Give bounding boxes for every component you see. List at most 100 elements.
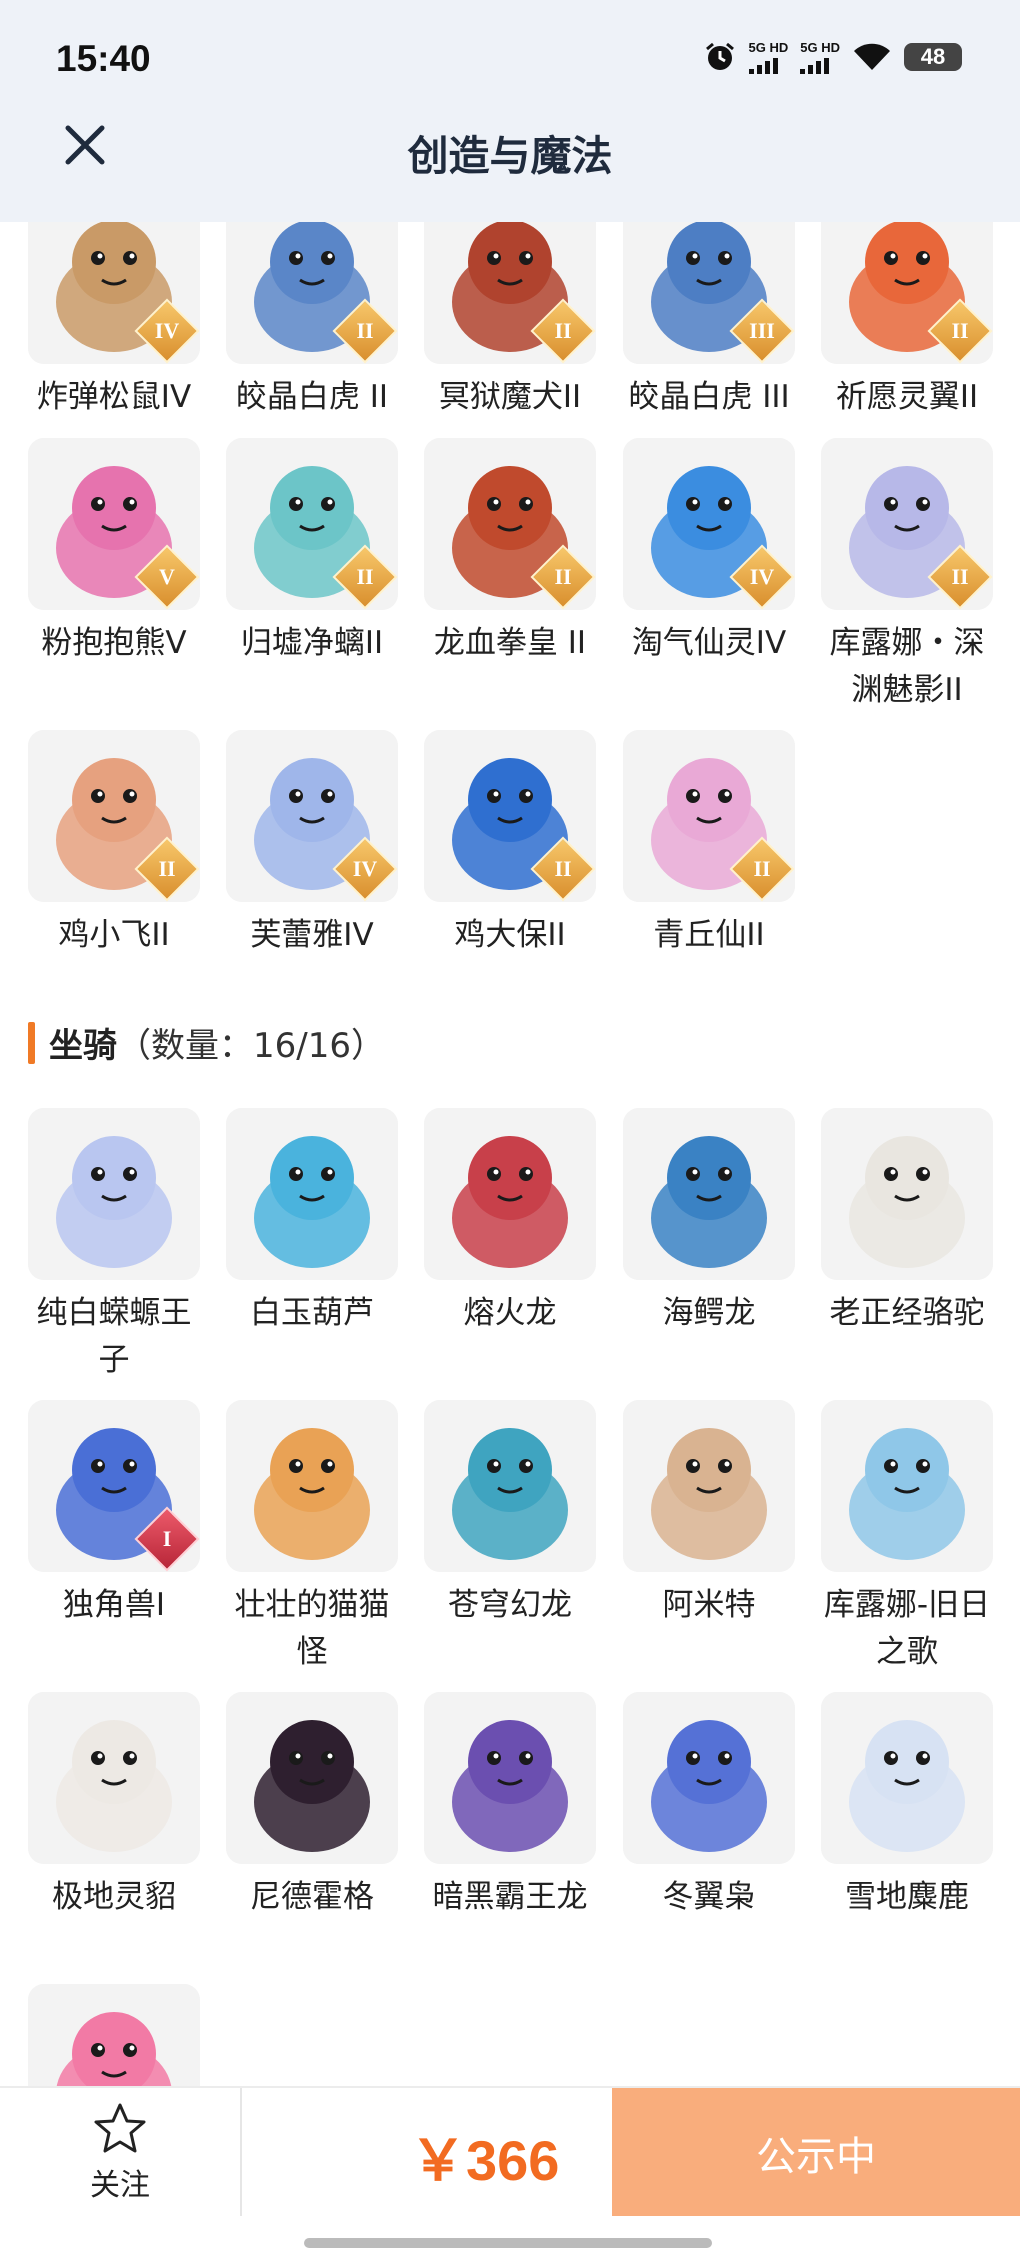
- item-name: 极地灵貂: [52, 1879, 176, 1915]
- item-thumbnail: IV: [226, 730, 398, 902]
- item-thumbnail: II: [821, 222, 993, 364]
- top-header: 15:40 5G HD 5G HD 48 创造与魔法: [0, 0, 1020, 222]
- item-thumbnail: II: [424, 222, 596, 364]
- character-art-icon: [226, 1108, 398, 1280]
- home-indicator[interactable]: [304, 2238, 712, 2248]
- pet-card[interactable]: III 皎晶白虎 III: [623, 222, 795, 421]
- item-name: 苍穹幻龙: [448, 1587, 572, 1623]
- tier-label: IV: [154, 318, 180, 343]
- status-time: 15:40: [56, 38, 151, 79]
- item-thumbnail: [28, 1108, 200, 1280]
- pet-card[interactable]: V 粉抱抱熊Ⅴ: [28, 438, 200, 667]
- tier-label: V: [159, 564, 175, 589]
- mount-card[interactable]: 阿米特: [623, 1400, 795, 1629]
- follow-label: 关注: [90, 2168, 150, 2203]
- item-thumbnail: [226, 1108, 398, 1280]
- character-art-icon: [424, 1108, 596, 1280]
- mount-card[interactable]: [28, 1984, 200, 2086]
- item-thumbnail: V: [28, 438, 200, 610]
- item-thumbnail: II: [424, 730, 596, 902]
- pet-card[interactable]: II 皎晶白虎 II: [226, 222, 398, 421]
- item-name: 皎晶白虎 II: [235, 379, 389, 415]
- item-name: 龙血拳皇 II: [433, 625, 587, 661]
- item-name: 海鳄龙: [662, 1295, 756, 1331]
- mount-card[interactable]: 熔火龙: [424, 1108, 596, 1337]
- item-name: 老正经骆驼: [829, 1295, 985, 1331]
- mount-card[interactable]: I 独角兽I: [28, 1400, 200, 1629]
- pet-card[interactable]: II 鸡大保II: [424, 730, 596, 959]
- item-thumbnail: [226, 1400, 398, 1572]
- mounts-section-header: 坐骑 （数量：16/16）: [28, 1018, 385, 1067]
- character-art-icon: [28, 1984, 200, 2086]
- item-name: 炸弹松鼠IV: [36, 379, 192, 415]
- tier-label: I: [162, 1526, 172, 1551]
- pet-card[interactable]: II 归墟净螭II: [226, 438, 398, 667]
- mount-card[interactable]: 冬翼枭: [623, 1692, 795, 1921]
- section-title: 坐骑: [49, 1026, 117, 1066]
- mount-card[interactable]: 纯白蝾螈王子: [28, 1108, 200, 1384]
- pet-card[interactable]: II 库露娜・深渊魅影II: [821, 438, 993, 714]
- item-name: 独角兽I: [62, 1587, 166, 1623]
- item-thumbnail: [28, 1692, 200, 1864]
- tier-label: II: [554, 564, 572, 589]
- mount-card[interactable]: 苍穹幻龙: [424, 1400, 596, 1629]
- tier-label: II: [554, 856, 572, 881]
- mount-card[interactable]: 极地灵貂: [28, 1692, 200, 1921]
- mount-card[interactable]: 壮壮的猫猫怪: [226, 1400, 398, 1676]
- pet-card[interactable]: II 青丘仙II: [623, 730, 795, 959]
- item-name: 归墟净螭II: [240, 625, 384, 661]
- tier-label: II: [753, 856, 771, 881]
- mount-card[interactable]: 海鳄龙: [623, 1108, 795, 1337]
- item-name: 雪地麋鹿: [845, 1879, 969, 1915]
- bottom-action-bar: 关注 ￥366 公示中: [0, 2086, 1020, 2218]
- mount-card[interactable]: 雪地麋鹿: [821, 1692, 993, 1921]
- item-name: 粉抱抱熊Ⅴ: [41, 625, 187, 661]
- character-art-icon: [623, 1108, 795, 1280]
- tier-label: III: [749, 318, 775, 343]
- item-name: 壮壮的猫猫怪: [234, 1587, 390, 1670]
- pet-card[interactable]: IV 淘气仙灵IV: [623, 438, 795, 667]
- mount-card[interactable]: 库露娜-旧日之歌: [821, 1400, 993, 1676]
- pet-card[interactable]: II 龙血拳皇 II: [424, 438, 596, 667]
- mount-card[interactable]: 老正经骆驼: [821, 1108, 993, 1337]
- character-art-icon: [821, 1108, 993, 1280]
- tier-label: II: [158, 856, 176, 881]
- item-thumbnail: II: [424, 438, 596, 610]
- tier-label: IV: [749, 564, 775, 589]
- pet-card[interactable]: II 冥狱魔犬II: [424, 222, 596, 421]
- item-thumbnail: III: [623, 222, 795, 364]
- tier-label: II: [356, 318, 374, 343]
- publicity-status-button[interactable]: 公示中: [612, 2088, 1020, 2218]
- item-name: 祈愿灵翼II: [835, 379, 979, 415]
- pet-card[interactable]: IV 芙蕾雅IV: [226, 730, 398, 959]
- character-art-icon: [226, 1692, 398, 1864]
- battery-indicator: 48: [904, 43, 962, 71]
- item-thumbnail: II: [28, 730, 200, 902]
- pet-grid: IV 炸弹松鼠IV II 皎晶白虎 II II 冥狱魔犬II III 皎晶白虎 III II 祈愿…: [28, 222, 1018, 953]
- item-name: 鸡大保II: [454, 917, 566, 953]
- item-thumbnail: I: [28, 1400, 200, 1572]
- item-thumbnail: II: [623, 730, 795, 902]
- gesture-area: [0, 2216, 1020, 2267]
- follow-button[interactable]: 关注: [0, 2088, 242, 2218]
- mount-grid: 纯白蝾螈王子 白玉葫芦 熔火龙 海鳄龙 老正经骆驼 I 独角兽I 壮壮的猫猫怪 苍穹幻龙 阿米特 库…: [28, 1108, 1018, 2086]
- mount-card[interactable]: 暗黑霸王龙: [424, 1692, 596, 1921]
- tier-label: IV: [352, 856, 378, 881]
- pet-card[interactable]: II 祈愿灵翼II: [821, 222, 993, 421]
- item-name: 尼德霍格: [250, 1879, 374, 1915]
- mount-card[interactable]: 尼德霍格: [226, 1692, 398, 1921]
- item-thumbnail: [821, 1108, 993, 1280]
- tier-label: II: [951, 564, 969, 589]
- item-thumbnail: [424, 1692, 596, 1864]
- item-thumbnail: IV: [28, 222, 200, 364]
- content-scroll[interactable]: IV 炸弹松鼠IV II 皎晶白虎 II II 冥狱魔犬II III 皎晶白虎 III II 祈愿…: [0, 222, 1020, 2086]
- pet-card[interactable]: II 鸡小飞II: [28, 730, 200, 959]
- character-art-icon: [821, 1400, 993, 1572]
- tier-label: II: [554, 318, 572, 343]
- item-name: 青丘仙II: [653, 917, 765, 953]
- item-thumbnail: II: [226, 438, 398, 610]
- item-name: 库露娜-旧日之歌: [823, 1587, 991, 1670]
- pet-card[interactable]: IV 炸弹松鼠IV: [28, 222, 200, 421]
- mount-card[interactable]: 白玉葫芦: [226, 1108, 398, 1337]
- item-name: 白玉葫芦: [250, 1295, 374, 1331]
